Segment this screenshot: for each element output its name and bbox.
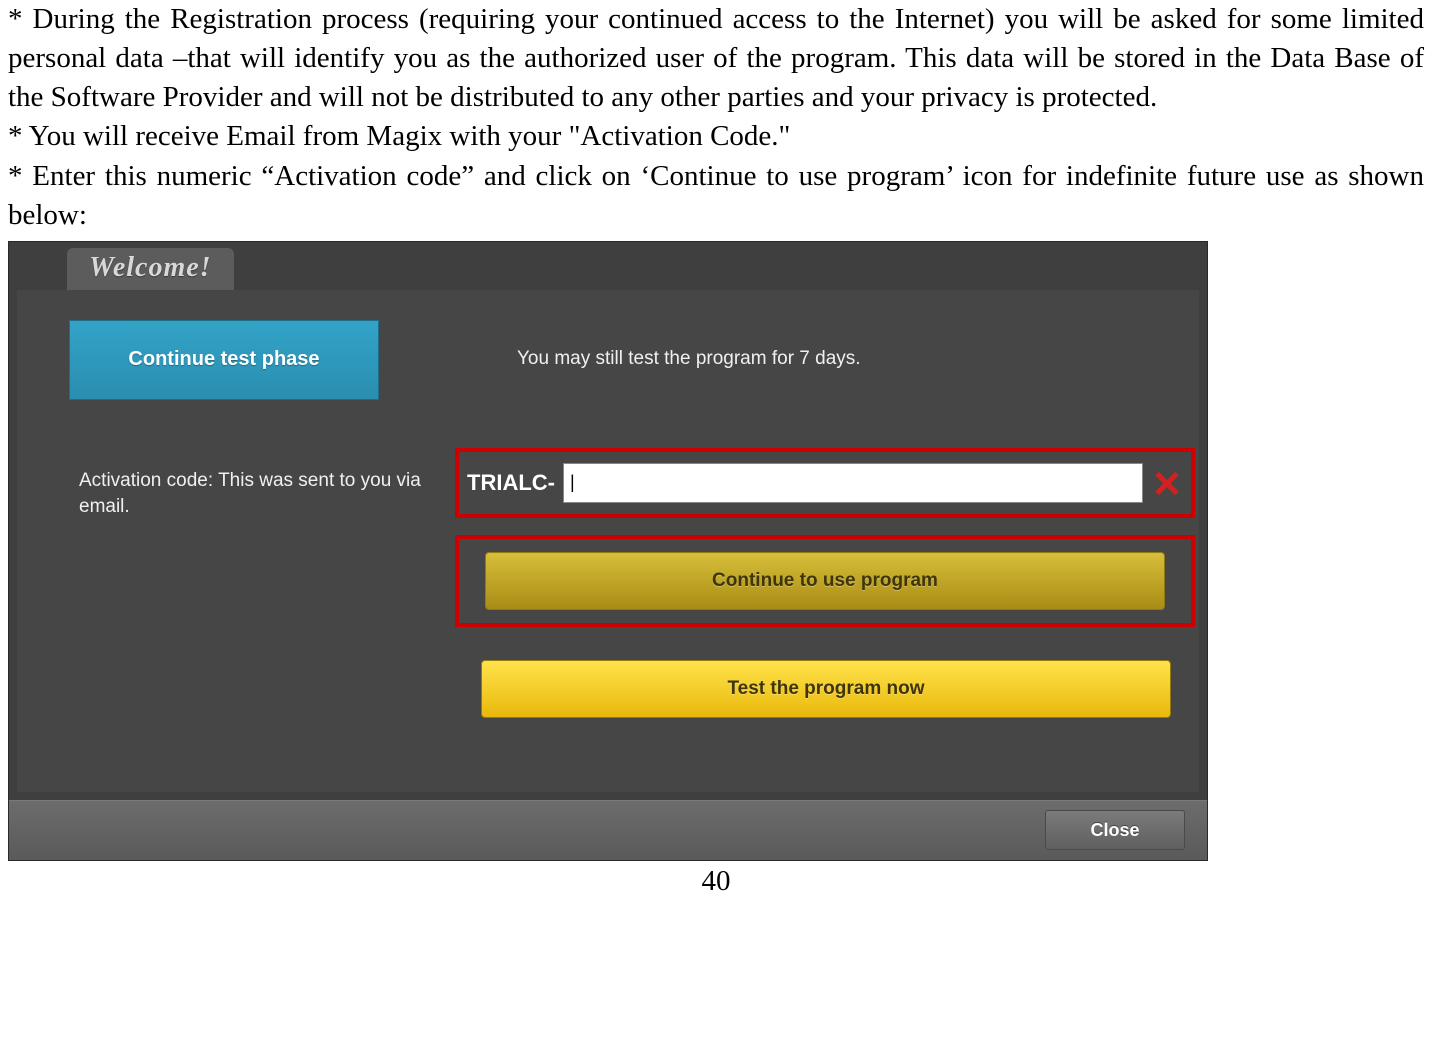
bullet-enter-code: * Enter this numeric “Activation code” a…	[8, 157, 1424, 235]
clear-input-icon[interactable]	[1151, 467, 1183, 499]
close-button[interactable]: Close	[1045, 810, 1185, 850]
page-number: 40	[8, 865, 1424, 898]
activation-code-info-label: Activation code: This was sent to you vi…	[79, 468, 439, 521]
continue-use-highlight: Continue to use program	[455, 535, 1195, 627]
test-days-remaining-label: You may still test the program for 7 day…	[517, 348, 861, 370]
document-body: * During the Registration process (requi…	[8, 0, 1424, 235]
activation-dialog-screenshot: Welcome! Continue test phase You may sti…	[8, 241, 1208, 861]
test-program-now-button[interactable]: Test the program now	[481, 660, 1171, 718]
continue-test-phase-button[interactable]: Continue test phase	[69, 320, 379, 400]
activation-input-highlight: TRIALC-	[455, 448, 1195, 518]
test-now-wrapper: Test the program now	[481, 660, 1171, 718]
dialog-inner-panel: Continue test phase You may still test t…	[17, 290, 1199, 792]
activation-code-input[interactable]	[563, 463, 1143, 503]
bullet-registration: * During the Registration process (requi…	[8, 0, 1424, 117]
bullet-email: * You will receive Email from Magix with…	[8, 117, 1424, 156]
dialog-bottom-bar: Close	[9, 800, 1207, 860]
welcome-tab: Welcome!	[67, 248, 234, 292]
continue-to-use-program-button[interactable]: Continue to use program	[485, 552, 1165, 610]
trialc-prefix-label: TRIALC-	[467, 470, 555, 496]
